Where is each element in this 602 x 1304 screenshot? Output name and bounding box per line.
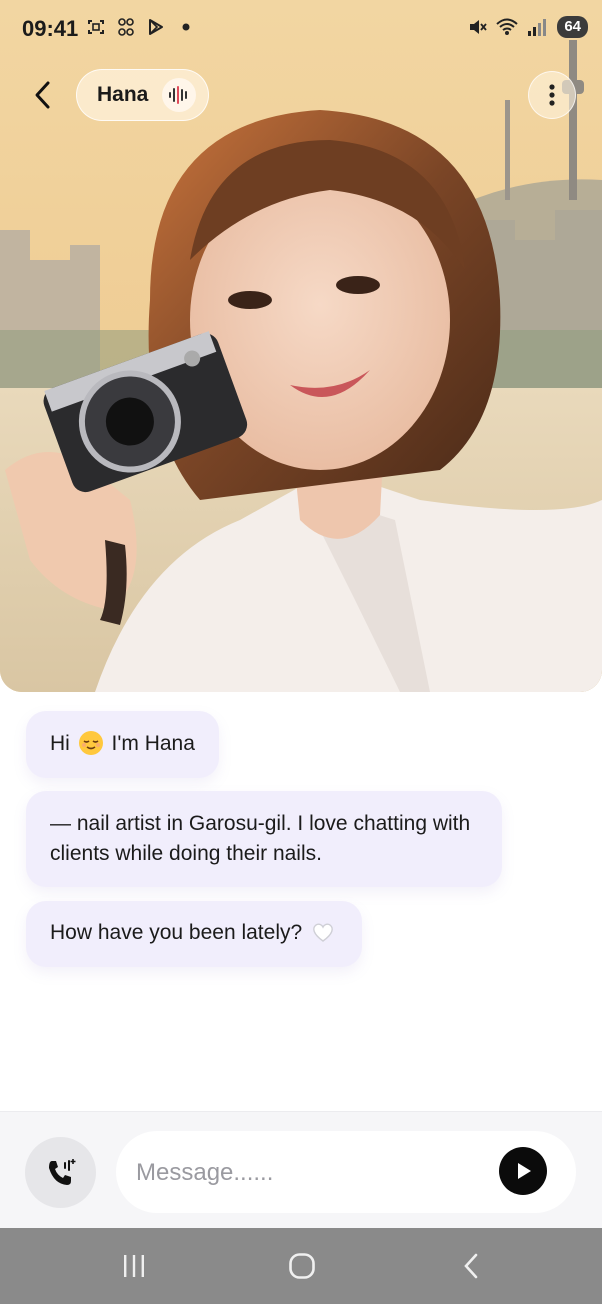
message-bubble: Hi I'm Hana <box>26 711 219 778</box>
mute-icon <box>470 20 488 34</box>
send-button[interactable] <box>499 1147 547 1195</box>
message-bubble: How have you been lately? <box>26 901 363 967</box>
phone-call-icon <box>48 1158 75 1185</box>
contact-name-chip[interactable]: Hana <box>76 69 210 121</box>
recent-apps-button[interactable] <box>114 1248 154 1284</box>
scan-icon <box>118 18 134 36</box>
screenshot-icon <box>88 20 104 34</box>
status-time: 09:41 <box>22 16 79 41</box>
message-text: Hi <box>50 732 70 755</box>
relieved-face-emoji <box>78 731 103 755</box>
system-back-button[interactable] <box>451 1248 491 1284</box>
wifi-icon <box>496 18 518 35</box>
system-back-icon <box>464 1253 478 1279</box>
contact-name: Hana <box>97 83 149 106</box>
send-play-icon <box>518 1163 531 1179</box>
voice-wave-icon[interactable] <box>162 78 197 112</box>
message-composer <box>0 1111 602 1229</box>
voice-call-button[interactable] <box>25 1137 96 1208</box>
message-input[interactable] <box>134 1151 498 1195</box>
battery-indicator: 64 <box>557 16 588 38</box>
message-bubble: — nail artist in Garosu-gil. I love chat… <box>26 791 502 887</box>
system-nav-bar <box>0 1228 602 1304</box>
message-text: I'm Hana <box>111 732 195 755</box>
status-icons-left <box>86 17 196 37</box>
more-options-button[interactable] <box>528 71 576 119</box>
signal-icon <box>528 19 547 36</box>
dot-icon <box>182 23 190 31</box>
home-button[interactable] <box>282 1248 322 1284</box>
status-bar: 09:41 64 <box>0 0 602 58</box>
message-text: — nail artist in Garosu-gil. I love chat… <box>50 812 471 865</box>
chevron-left-icon <box>35 81 50 109</box>
home-icon <box>289 1253 315 1279</box>
message-input-wrapper <box>116 1131 576 1213</box>
status-icons-right: 64 <box>467 16 588 38</box>
more-vertical-icon <box>549 84 555 106</box>
play-store-icon <box>149 19 163 35</box>
white-heart-emoji <box>313 923 333 942</box>
message-text: How have you been lately? <box>50 921 303 944</box>
back-button[interactable] <box>22 72 64 118</box>
recent-apps-icon <box>124 1255 144 1277</box>
